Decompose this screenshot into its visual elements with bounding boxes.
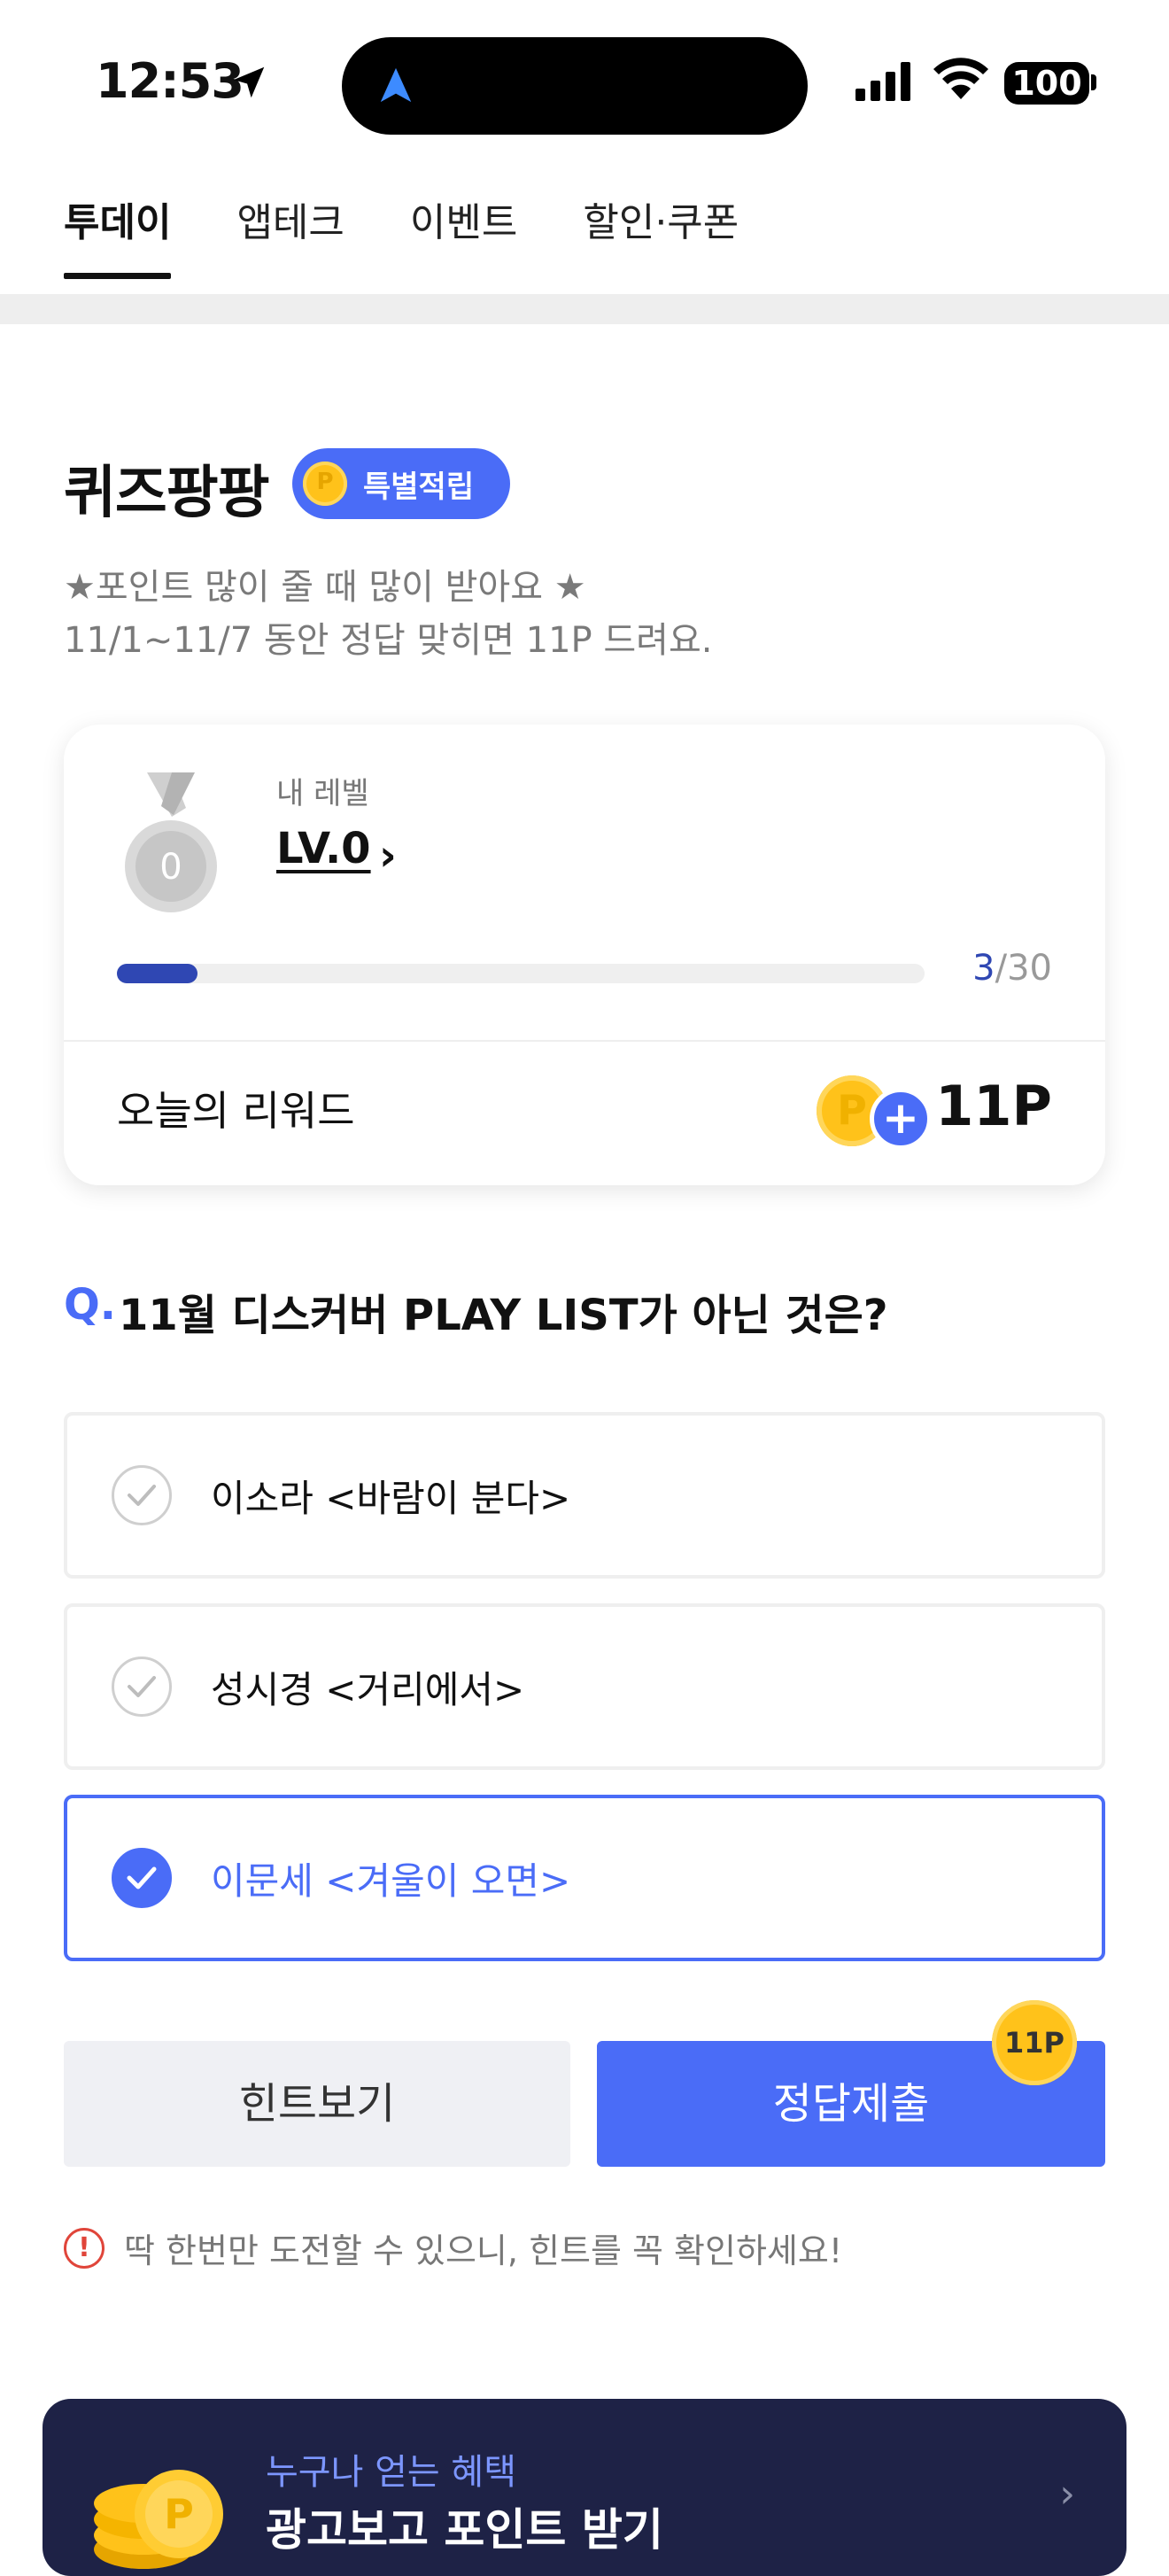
progress-total: /30 (995, 948, 1052, 989)
location-arrow-icon (233, 66, 265, 98)
hint-button[interactable]: 힌트보기 (64, 2041, 570, 2167)
top-tabs: 투데이 앱테크 이벤트 할인·쿠폰 (64, 190, 739, 279)
quiz-description: ★포인트 많이 줄 때 많이 받아요 ★ 11/1~11/7 동안 정답 맞히면… (64, 561, 712, 667)
answer-option[interactable]: 성시경 <거리에서> (64, 1603, 1105, 1770)
wifi-icon (933, 58, 988, 99)
coin-stack-icon: P (94, 2470, 223, 2569)
level-progress-bar (117, 964, 925, 983)
badge-label: 특별적립 (363, 469, 475, 505)
medal-number: 0 (159, 847, 182, 888)
description-line-1: ★포인트 많이 줄 때 많이 받아요 ★ (64, 567, 586, 608)
answer-option-selected[interactable]: 이문세 <겨울이 오면> (64, 1795, 1105, 1961)
progress-current: 3 (972, 948, 995, 989)
cellular-signal-icon (855, 62, 910, 101)
check-circle-icon (112, 1465, 172, 1525)
level-label: 내 레벨 (276, 776, 369, 811)
tab-event[interactable]: 이벤트 (410, 190, 517, 274)
plus-icon: + (870, 1088, 932, 1150)
special-reward-badge: P 특별적립 (292, 448, 510, 519)
level-card: 0 내 레벨 LV.0 › 3/30 오늘의 리워드 P + 11P (64, 725, 1105, 1185)
navigation-arrow-icon (380, 67, 412, 103)
answer-option-label: 이소라 <바람이 분다> (211, 1477, 571, 1520)
question-text: 11월 디스커버 PLAY LIST가 아닌 것은? (119, 1291, 888, 1340)
answer-option-label: 성시경 <거리에서> (211, 1668, 525, 1711)
today-reward-label: 오늘의 리워드 (117, 1087, 355, 1135)
tab-apptech[interactable]: 앱테크 (236, 190, 344, 274)
reward-badge: 11P (992, 2000, 1077, 2085)
battery-tip (1091, 74, 1096, 90)
chevron-right-icon: › (1059, 2471, 1075, 2517)
tab-today[interactable]: 투데이 (64, 190, 172, 279)
status-time: 12:53 (96, 53, 244, 109)
chevron-right-icon[interactable]: › (379, 831, 397, 881)
banner-title: 광고보고 포인트 받기 (266, 2504, 663, 2556)
section-divider (0, 294, 1169, 324)
warning-notice: ! 딱 한번만 도전할 수 있으니, 힌트를 꼭 확인하세요! (64, 2223, 842, 2272)
exclamation-circle-icon: ! (64, 2227, 105, 2269)
coin-letter: P (316, 469, 334, 495)
svg-text:P: P (164, 2490, 194, 2538)
page-title: 퀴즈팡팡 (64, 461, 270, 526)
ad-points-banner[interactable]: P 누구나 얻는 혜택 광고보고 포인트 받기 › (43, 2399, 1126, 2576)
silver-medal-icon: 0 (125, 772, 217, 912)
tab-discount-coupon[interactable]: 할인·쿠폰 (583, 190, 739, 274)
answer-option-label: 이문세 <겨울이 오면> (211, 1859, 571, 1903)
status-bar: 12:53 100 (0, 0, 1169, 168)
question-prefix: Q. (64, 1280, 117, 1330)
battery-indicator: 100 (1004, 62, 1089, 105)
check-circle-icon (112, 1657, 172, 1717)
today-reward-value: 11P (935, 1074, 1052, 1138)
level-value-link[interactable]: LV.0 (276, 824, 371, 873)
banner-subtitle: 누구나 얻는 혜택 (266, 2452, 517, 2493)
answer-option[interactable]: 이소라 <바람이 분다> (64, 1412, 1105, 1579)
point-coin-icon: P (303, 462, 347, 506)
level-progress-fill (117, 964, 198, 983)
dynamic-island (342, 37, 808, 135)
warning-text: 딱 한번만 도전할 수 있으니, 힌트를 꼭 확인하세요! (124, 2231, 843, 2270)
description-line-2: 11/1~11/7 동안 정답 맞히면 11P 드려요. (64, 620, 713, 661)
card-divider (64, 1040, 1105, 1042)
check-circle-filled-icon (112, 1848, 172, 1908)
level-progress-text: 3/30 (972, 948, 1052, 989)
